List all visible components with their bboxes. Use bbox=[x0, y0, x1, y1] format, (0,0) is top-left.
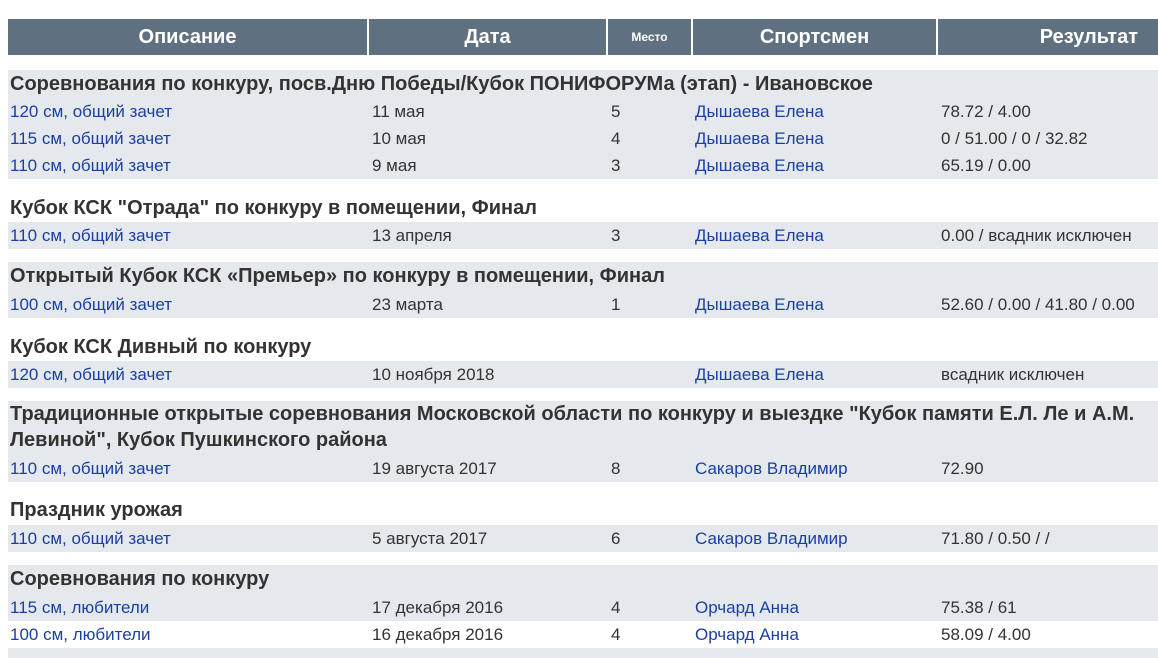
competition-group: Кубок КСК "Отрада" по конкуру в помещени… bbox=[8, 194, 1158, 249]
competition-title: Соревнования по конкуру bbox=[10, 568, 270, 590]
table-row: 110 см, общий зачет 19 августа 2017 8 Са… bbox=[8, 455, 1158, 482]
place-cell: 4 bbox=[611, 625, 621, 644]
date-cell: 23 марта bbox=[372, 295, 443, 314]
column-header-place[interactable]: Место bbox=[608, 19, 693, 55]
place-cell: 1 bbox=[611, 295, 621, 314]
class-link[interactable]: 120 см, общий зачет bbox=[10, 98, 172, 125]
result-cell: 71.80 / 0.50 / / bbox=[941, 529, 1050, 548]
competition-group: Праздник урожая 110 см, общий зачет 5 ав… bbox=[8, 496, 1158, 552]
table-row: 110 см, общий зачет 5 августа 2017 6 Сак… bbox=[8, 525, 1158, 552]
place-cell: 8 bbox=[611, 459, 621, 478]
competition-title: Открытый Кубок КСК «Премьер» по конкуру … bbox=[10, 265, 665, 287]
result-cell: 78.72 / 4.00 bbox=[941, 102, 1031, 121]
result-cell: 0.00 / всадник исключен bbox=[941, 226, 1132, 245]
result-cell: 52.60 / 0.00 / 41.80 / 0.00 bbox=[941, 295, 1135, 314]
class-link[interactable]: 115 см, общий зачет bbox=[10, 125, 171, 152]
date-cell: 9 мая bbox=[372, 156, 417, 175]
competition-title: Кубок КСК "Отрада" по конкуру в помещени… bbox=[8, 194, 1158, 222]
class-link[interactable]: 110 см, общий зачет bbox=[10, 455, 171, 482]
result-cell: 75.38 / 61 bbox=[941, 598, 1017, 617]
date-cell: 19 августа 2017 bbox=[372, 459, 497, 478]
place-cell: 5 bbox=[611, 102, 621, 121]
class-link[interactable]: 100 см, любители bbox=[10, 621, 151, 648]
table-row: 115 см, общий зачет 10 мая 4 Дышаева Еле… bbox=[8, 125, 1158, 152]
date-cell: 10 ноября 2018 bbox=[372, 365, 495, 384]
athlete-link[interactable]: Дышаева Елена bbox=[695, 152, 824, 179]
competition-title: Соревнования по конкуру, посв.Дню Победы… bbox=[10, 73, 873, 95]
result-cell: 0 / 51.00 / 0 / 32.82 bbox=[941, 129, 1088, 148]
athlete-link[interactable]: Сакаров Владимир bbox=[695, 455, 848, 482]
result-cell: 72.90 bbox=[941, 459, 984, 478]
athlete-link[interactable]: Дышаева Елена bbox=[695, 125, 824, 152]
date-cell: 11 мая bbox=[372, 102, 425, 121]
table-row: 100 см, общий зачет 23 марта 1 Дышаева Е… bbox=[8, 291, 1158, 318]
table-row: 120 см, общий зачет 11 мая 5 Дышаева Еле… bbox=[8, 98, 1158, 125]
place-cell: 6 bbox=[611, 529, 621, 548]
place-cell: 4 bbox=[611, 598, 621, 617]
table-row: 100 см, любители 16 декабря 2016 4 Орчар… bbox=[8, 621, 1158, 648]
competition-group: Открытый Кубок КСК «Премьер» по конкуру … bbox=[8, 262, 1158, 318]
date-cell: 10 мая bbox=[372, 129, 426, 148]
competition-group: Соревнования по конкуру 115 см, любители… bbox=[8, 565, 1158, 658]
class-link[interactable]: 110 см, общий зачет bbox=[10, 222, 171, 249]
class-link[interactable]: 115 см, любители bbox=[10, 594, 149, 621]
place-cell: 3 bbox=[611, 156, 621, 175]
competition-title: Кубок КСК Дивный по конкуру bbox=[8, 333, 1158, 361]
result-cell: всадник исключен bbox=[941, 365, 1085, 384]
date-cell: 13 апреля bbox=[372, 226, 452, 245]
date-cell: 16 декабря 2016 bbox=[372, 625, 504, 644]
place-cell: 4 bbox=[611, 129, 621, 148]
athlete-link[interactable]: Дышаева Елена bbox=[695, 361, 824, 388]
athlete-link[interactable]: Сакаров Владимир bbox=[695, 525, 848, 552]
column-header-description[interactable]: Описание bbox=[8, 19, 369, 55]
result-cell: 58.09 / 4.00 bbox=[941, 625, 1031, 644]
class-link[interactable]: 120 см, общий зачет bbox=[10, 361, 172, 388]
competition-title: Традиционные открытые соревнования Моско… bbox=[10, 403, 1135, 451]
column-header-athlete[interactable]: Спортсмен bbox=[693, 19, 938, 55]
date-cell: 5 августа 2017 bbox=[372, 529, 488, 548]
table-row: 110 см, общий зачет 9 мая 3 Дышаева Елен… bbox=[8, 152, 1158, 179]
table-header: Описание Дата Место Спортсмен Результат bbox=[8, 19, 1158, 55]
result-cell: 65.19 / 0.00 bbox=[941, 156, 1031, 175]
place-cell: 3 bbox=[611, 226, 621, 245]
competition-title: Праздник урожая bbox=[8, 496, 1158, 525]
date-cell: 17 декабря 2016 bbox=[372, 598, 504, 617]
class-link[interactable]: 110 см, общий зачет bbox=[10, 152, 171, 179]
athlete-link[interactable]: Орчард Анна bbox=[695, 621, 799, 648]
table-row: 110 см, общий зачет 13 апреля 3 Дышаева … bbox=[8, 222, 1158, 249]
column-header-date[interactable]: Дата bbox=[369, 19, 608, 55]
table-row: 115 см, любители 17 декабря 2016 4 Орчар… bbox=[8, 594, 1158, 621]
class-link[interactable]: 110 см, общий зачет bbox=[10, 525, 171, 552]
competition-group: Кубок КСК Дивный по конкуру 120 см, общи… bbox=[8, 333, 1158, 388]
athlete-link[interactable]: Дышаева Елена bbox=[695, 291, 824, 318]
class-link[interactable]: 100 см, общий зачет bbox=[10, 291, 172, 318]
athlete-link[interactable]: Дышаева Елена bbox=[695, 98, 824, 125]
athlete-link[interactable]: Орчард Анна bbox=[695, 594, 799, 621]
table-row: 120 см, общий зачет 10 ноября 2018 Дышае… bbox=[8, 361, 1158, 388]
competition-group: Соревнования по конкуру, посв.Дню Победы… bbox=[8, 70, 1158, 179]
column-header-result[interactable]: Результат bbox=[938, 19, 1158, 55]
competition-group: Традиционные открытые соревнования Моско… bbox=[8, 401, 1158, 482]
athlete-link[interactable]: Дышаева Елена bbox=[695, 222, 824, 249]
